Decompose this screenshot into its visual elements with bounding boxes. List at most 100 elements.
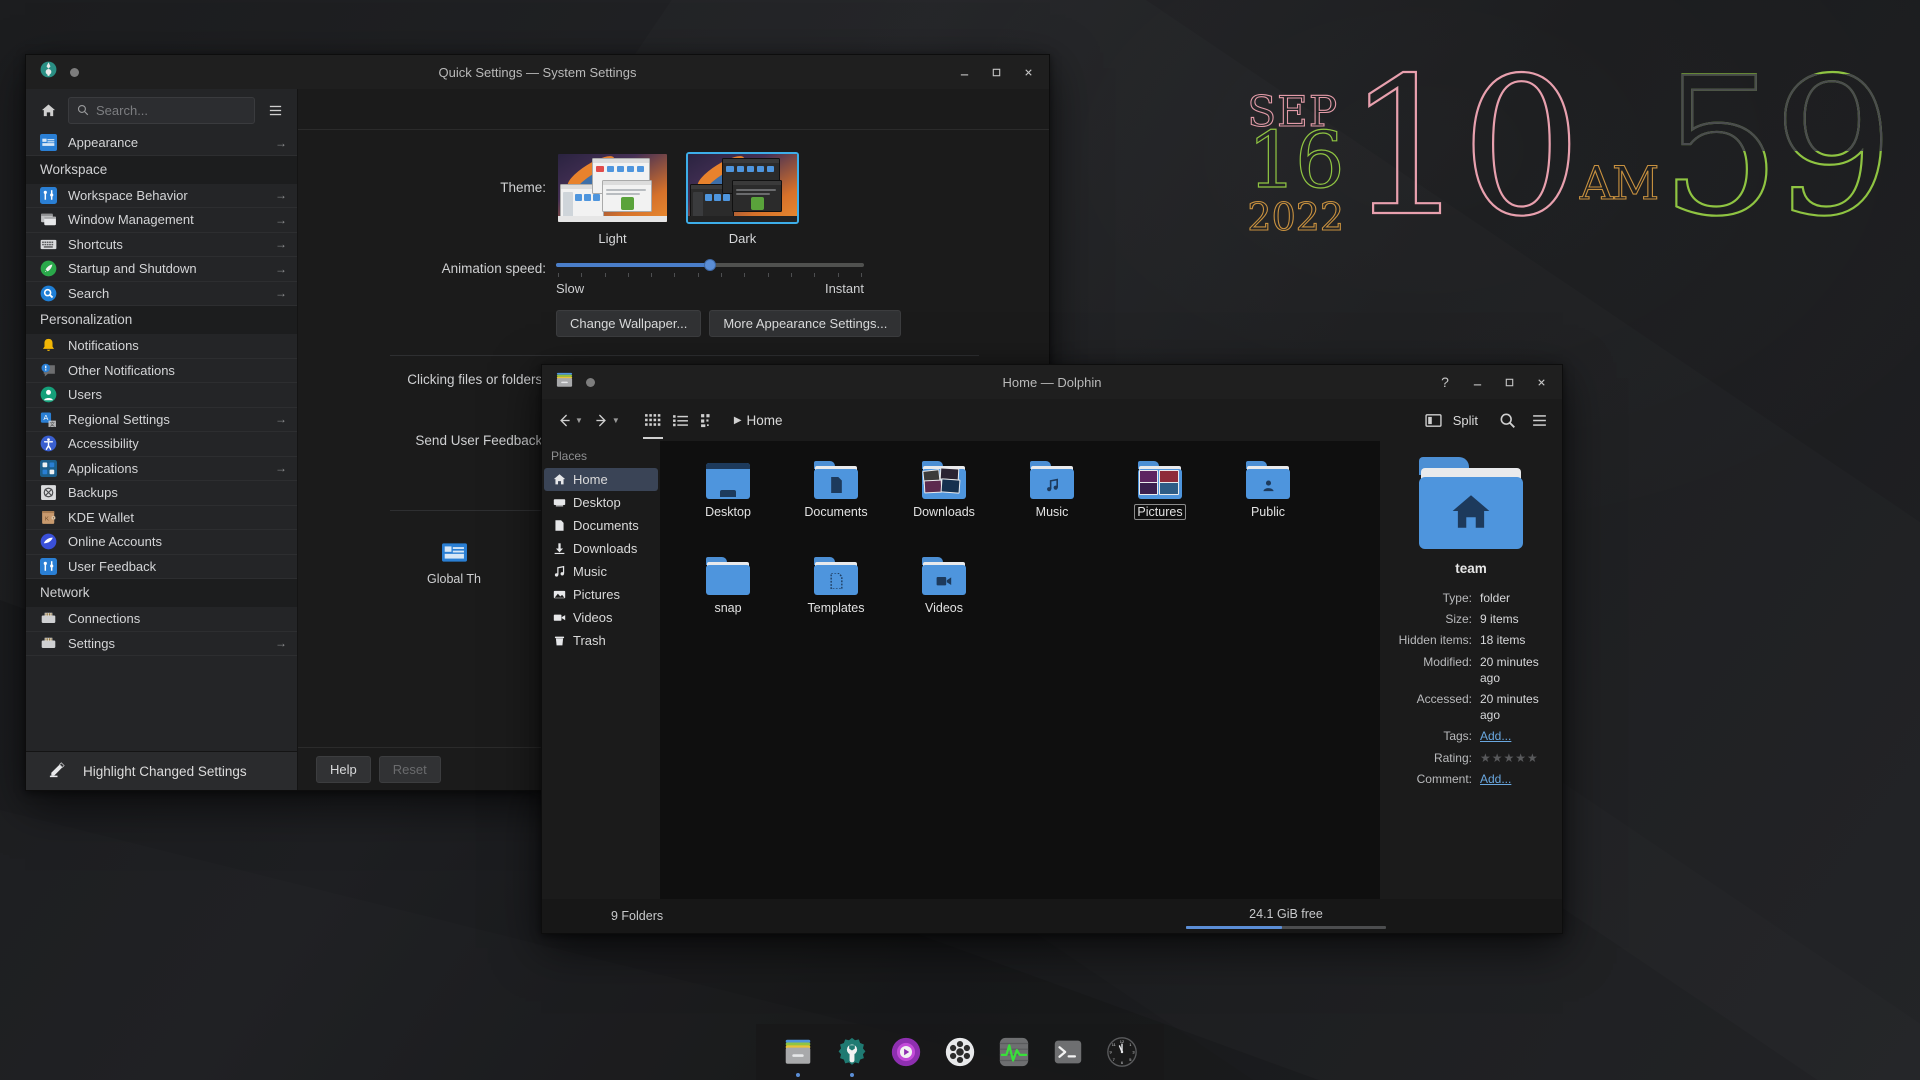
sidebar-item-users[interactable]: Users bbox=[26, 383, 297, 408]
video-editor-icon bbox=[945, 1037, 975, 1067]
global-theme-preview[interactable]: Global Th bbox=[418, 539, 490, 586]
dolphin-file-view[interactable]: Desktop Documents Downloads Music Pictur… bbox=[660, 441, 1380, 899]
svg-text:11: 11 bbox=[1112, 1042, 1116, 1047]
sidebar-item-other-notifications[interactable]: Other Notifications bbox=[26, 359, 297, 383]
dock-item-media-player[interactable] bbox=[886, 1032, 926, 1072]
help-button[interactable]: ? bbox=[1430, 369, 1460, 395]
more-appearance-settings-button[interactable]: More Appearance Settings... bbox=[709, 310, 902, 337]
home-icon[interactable] bbox=[32, 95, 64, 125]
maximize-button[interactable] bbox=[981, 59, 1011, 85]
place-item-downloads[interactable]: Downloads bbox=[544, 537, 658, 560]
animation-speed-slider[interactable]: Slow Instant bbox=[556, 259, 864, 296]
maximize-button[interactable] bbox=[1494, 369, 1524, 395]
sidebar-item-search[interactable]: Search → bbox=[26, 282, 297, 306]
highlight-changed-settings-button[interactable]: Highlight Changed Settings bbox=[26, 751, 297, 790]
sidebar-item-accessibility[interactable]: Accessibility bbox=[26, 432, 297, 457]
sidebar-item-startup-and-shutdown[interactable]: Startup and Shutdown → bbox=[26, 257, 297, 282]
sidebar-item-network-settings[interactable]: Settings → bbox=[26, 632, 297, 656]
minimize-button[interactable] bbox=[949, 59, 979, 85]
meta-value: Add... bbox=[1480, 771, 1548, 787]
help-button[interactable]: Help bbox=[316, 755, 371, 783]
place-item-home[interactable]: Home bbox=[544, 468, 658, 491]
free-space-indicator[interactable]: 24.1 GiB free bbox=[1186, 907, 1386, 929]
breadcrumb-home[interactable]: Home bbox=[747, 413, 783, 428]
theme-label: Theme: bbox=[500, 180, 546, 195]
free-space-text: 24.1 GiB free bbox=[1249, 907, 1323, 921]
sidebar-item-user-feedback[interactable]: User Feedback bbox=[26, 555, 297, 579]
sidebar-item-online-accounts[interactable]: Online Accounts bbox=[26, 530, 297, 555]
sidebar-item-label: Connections bbox=[68, 611, 141, 627]
meta-key: Accessed: bbox=[1416, 691, 1472, 706]
place-item-videos[interactable]: Videos bbox=[544, 606, 658, 629]
search-icon[interactable] bbox=[1494, 405, 1520, 435]
sidebar-item-appearance[interactable]: Appearance → bbox=[26, 131, 297, 156]
place-item-pictures[interactable]: Pictures bbox=[544, 583, 658, 606]
dock-item-file-manager[interactable] bbox=[778, 1032, 818, 1077]
comment-add-link[interactable]: Add... bbox=[1480, 772, 1511, 786]
info-panel-name: team bbox=[1455, 561, 1487, 576]
split-label[interactable]: Split bbox=[1453, 413, 1478, 428]
quick-settings-header bbox=[298, 89, 1049, 130]
speech-bubble-icon bbox=[40, 362, 57, 379]
slider-handle[interactable] bbox=[704, 259, 716, 271]
close-button[interactable] bbox=[1526, 369, 1556, 395]
dock-item-clock[interactable]: 12 1 3 567 9 11 bbox=[1102, 1032, 1142, 1072]
arrow-back-icon[interactable]: ▼ bbox=[552, 405, 587, 435]
dolphin-titlebar[interactable]: Home — Dolphin ? bbox=[542, 365, 1562, 399]
sidebar-item-notifications[interactable]: Notifications bbox=[26, 334, 297, 359]
sidebar-item-label: Online Accounts bbox=[68, 534, 162, 550]
sidebar-item-shortcuts[interactable]: Shortcuts → bbox=[26, 233, 297, 257]
theme-option-dark[interactable]: Dark bbox=[686, 152, 799, 246]
close-button[interactable] bbox=[1013, 59, 1043, 85]
place-item-trash[interactable]: Trash bbox=[544, 629, 658, 652]
global-theme-icon bbox=[441, 539, 468, 566]
hamburger-menu-icon[interactable] bbox=[259, 95, 291, 125]
split-view-icon[interactable] bbox=[1421, 405, 1447, 435]
folder-icon-templates bbox=[814, 557, 858, 595]
sidebar-item-backups[interactable]: Backups bbox=[26, 481, 297, 506]
file-item-templates[interactable]: Templates bbox=[782, 551, 890, 647]
sidebar-item-workspace-behavior[interactable]: Workspace Behavior → bbox=[26, 184, 297, 208]
rating-stars[interactable]: ★★★★★ bbox=[1480, 750, 1548, 766]
breadcrumb[interactable]: ▶ Home bbox=[734, 413, 783, 428]
sidebar-item-applications[interactable]: Applications → bbox=[26, 457, 297, 481]
sidebar-item-connections[interactable]: Connections bbox=[26, 607, 297, 632]
details-view-icon[interactable] bbox=[668, 405, 694, 435]
dock-item-video-editor[interactable] bbox=[940, 1032, 980, 1072]
forward-history-caret-icon[interactable]: ▼ bbox=[612, 416, 620, 425]
file-item-music[interactable]: Music bbox=[998, 455, 1106, 551]
dock-item-terminal[interactable] bbox=[1048, 1032, 1088, 1072]
dolphin-window[interactable]: Home — Dolphin ? ▼ ▼ ▶ Home Split Places… bbox=[541, 364, 1563, 934]
file-item-documents[interactable]: Documents bbox=[782, 455, 890, 551]
language-icon: A文 bbox=[40, 411, 57, 428]
sidebar-item-regional-settings[interactable]: A文 Regional Settings → bbox=[26, 408, 297, 432]
arrow-forward-icon[interactable]: ▼ bbox=[589, 405, 624, 435]
search-input[interactable]: Search... bbox=[68, 96, 255, 124]
file-item-desktop[interactable]: Desktop bbox=[674, 455, 782, 551]
place-item-desktop[interactable]: Desktop bbox=[544, 491, 658, 514]
titlebar-menu-dot[interactable] bbox=[70, 67, 79, 77]
back-history-caret-icon[interactable]: ▼ bbox=[575, 416, 583, 425]
place-item-documents[interactable]: Documents bbox=[544, 514, 658, 537]
theme-option-light[interactable]: Light bbox=[556, 152, 669, 246]
tags-add-link[interactable]: Add... bbox=[1480, 729, 1511, 743]
file-item-public[interactable]: Public bbox=[1214, 455, 1322, 551]
slider-track[interactable] bbox=[556, 259, 864, 271]
file-item-pictures[interactable]: Pictures bbox=[1106, 455, 1214, 551]
dock-item-system-settings[interactable] bbox=[832, 1032, 872, 1077]
file-item-downloads[interactable]: Downloads bbox=[890, 455, 998, 551]
compact-view-icon[interactable] bbox=[696, 405, 722, 435]
file-item-videos[interactable]: Videos bbox=[890, 551, 998, 647]
minimize-button[interactable] bbox=[1462, 369, 1492, 395]
sidebar-item-kde-wallet[interactable]: K KDE Wallet bbox=[26, 506, 297, 530]
titlebar-menu-dot[interactable] bbox=[586, 377, 595, 387]
sidebar-item-window-management[interactable]: Window Management → bbox=[26, 208, 297, 233]
system-settings-titlebar[interactable]: Quick Settings — System Settings bbox=[26, 55, 1049, 89]
icons-view-icon[interactable] bbox=[640, 405, 666, 439]
hamburger-menu-icon[interactable] bbox=[1526, 405, 1552, 435]
change-wallpaper-button[interactable]: Change Wallpaper... bbox=[556, 310, 702, 337]
place-item-music[interactable]: Music bbox=[544, 560, 658, 583]
file-name: Documents bbox=[804, 505, 868, 519]
dock-item-system-monitor[interactable] bbox=[994, 1032, 1034, 1072]
file-item-snap[interactable]: snap bbox=[674, 551, 782, 647]
